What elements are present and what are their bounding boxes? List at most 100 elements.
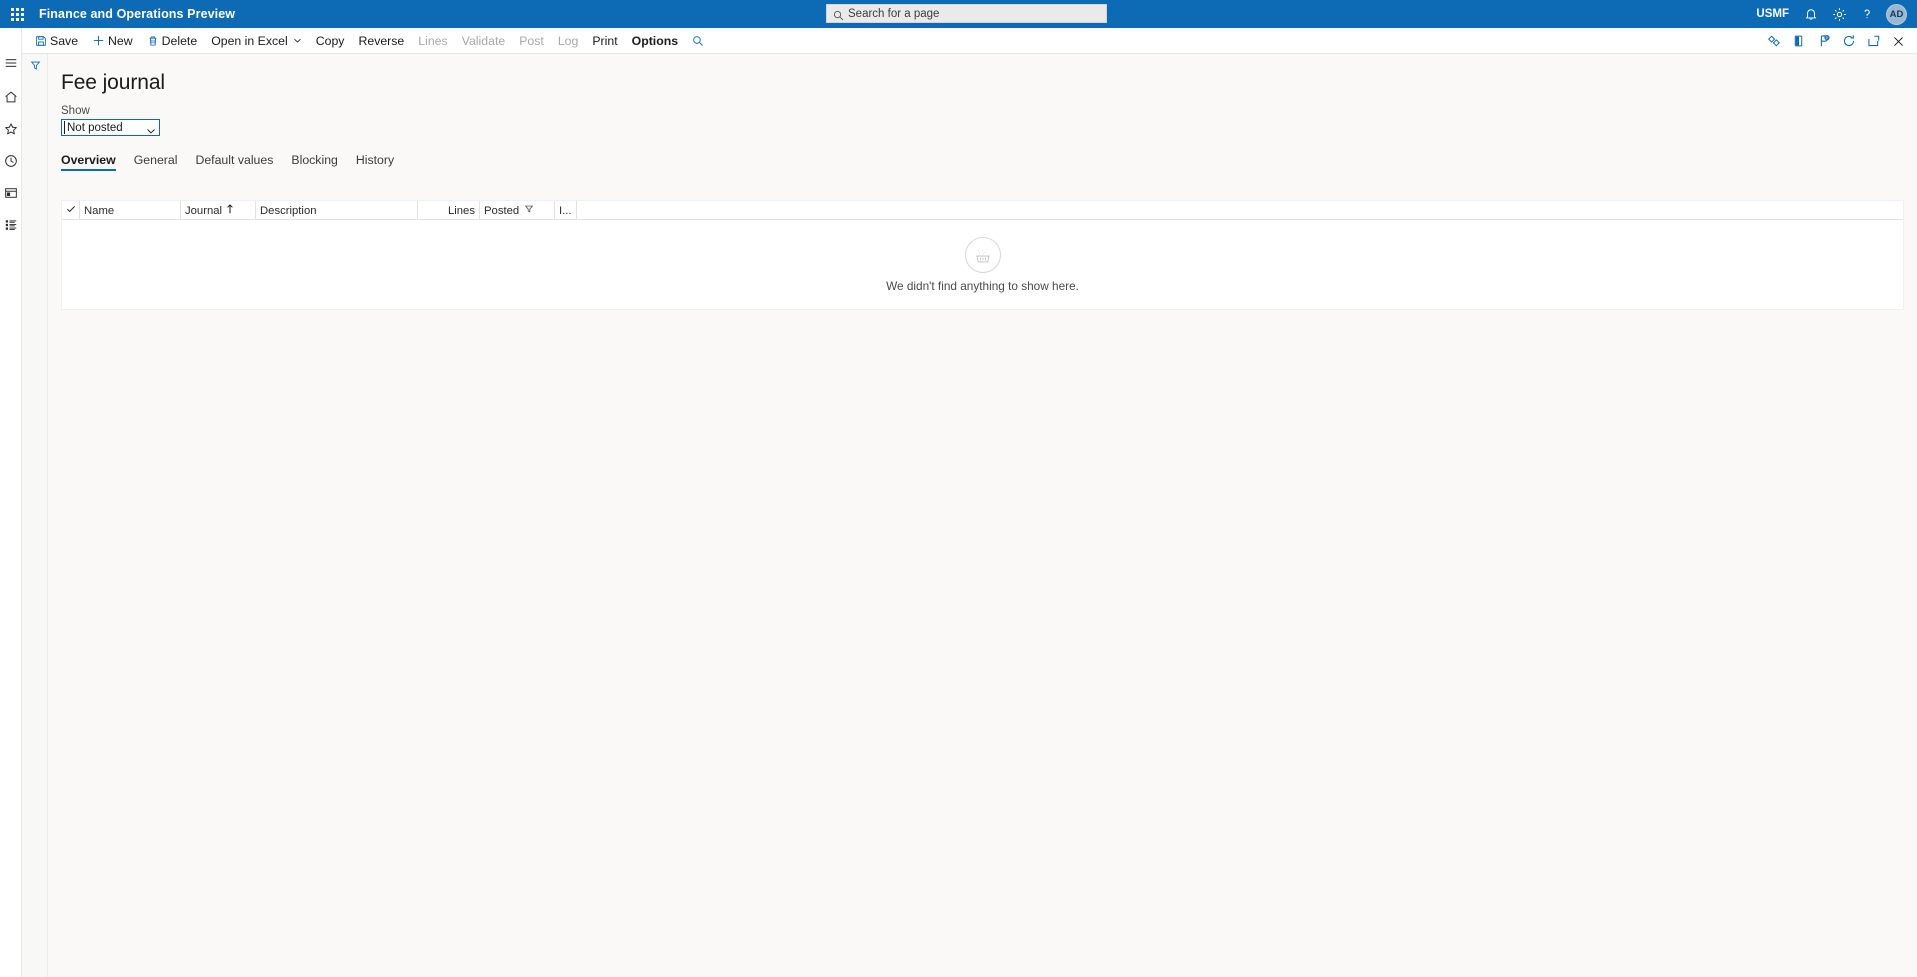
column-header-name[interactable]: Name bbox=[80, 201, 181, 220]
office-app-icon[interactable] bbox=[1786, 28, 1811, 54]
save-button-label: Save bbox=[50, 33, 79, 48]
chevron-down-icon bbox=[146, 123, 156, 141]
log-button: Log bbox=[551, 28, 586, 54]
lines-button: Lines bbox=[411, 28, 454, 54]
tab-history-label: History bbox=[355, 153, 395, 167]
page-title: Fee journal bbox=[61, 71, 165, 94]
company-selector[interactable]: USMF bbox=[1748, 8, 1797, 20]
column-header-description[interactable]: Description bbox=[256, 201, 418, 220]
search-placeholder: Search for a page bbox=[848, 7, 940, 20]
column-header-lines-label: Lines bbox=[447, 204, 475, 217]
column-header-journal[interactable]: Journal bbox=[181, 201, 256, 220]
search-input[interactable]: Search for a page bbox=[826, 4, 1107, 23]
column-header-select-all[interactable] bbox=[62, 201, 80, 220]
new-button-label: New bbox=[108, 33, 133, 48]
column-header-journal-label: Journal bbox=[185, 204, 223, 217]
print-button-label: Print bbox=[592, 33, 618, 48]
open-in-excel-label: Open in Excel bbox=[211, 33, 288, 48]
avatar[interactable]: AD bbox=[1886, 3, 1907, 25]
tab-strip: Overview General Default values Blocking… bbox=[48, 149, 1917, 171]
power-apps-icon[interactable]: P bbox=[1811, 28, 1836, 54]
svg-text:P: P bbox=[1825, 35, 1828, 40]
sidebar-item-workspaces[interactable] bbox=[0, 184, 22, 206]
lines-button-label: Lines bbox=[418, 33, 448, 48]
search-icon bbox=[833, 8, 844, 21]
checkmark-icon bbox=[66, 204, 76, 217]
sidebar-item-favorites[interactable] bbox=[0, 120, 22, 142]
notifications-button[interactable] bbox=[1797, 0, 1825, 28]
tab-blocking[interactable]: Blocking bbox=[282, 153, 346, 171]
settings-button[interactable] bbox=[1825, 0, 1853, 28]
tab-overview-label: Overview bbox=[61, 153, 116, 167]
text-caret bbox=[64, 121, 65, 134]
empty-basket-icon bbox=[964, 236, 1001, 273]
tab-default-values-label: Default values bbox=[195, 153, 274, 167]
reverse-button[interactable]: Reverse bbox=[351, 28, 411, 54]
options-button[interactable]: Options bbox=[625, 28, 685, 54]
tab-history[interactable]: History bbox=[347, 153, 403, 171]
reverse-button-label: Reverse bbox=[358, 33, 405, 48]
show-select-value: Not posted bbox=[67, 121, 123, 134]
sidebar-item-modules[interactable] bbox=[0, 216, 22, 238]
column-header-i-truncated-label: I... bbox=[559, 204, 572, 217]
action-search-button[interactable] bbox=[685, 28, 711, 54]
help-button[interactable] bbox=[1853, 0, 1881, 28]
close-icon[interactable] bbox=[1886, 28, 1911, 54]
hamburger-icon bbox=[4, 56, 18, 75]
action-pane-buttons: Save New Delete Open in Excel Copy Rever… bbox=[0, 28, 711, 54]
global-search[interactable]: Search for a page bbox=[826, 4, 1107, 23]
tab-general[interactable]: General bbox=[125, 153, 187, 171]
filter-funnel-icon bbox=[524, 204, 534, 217]
options-button-label: Options bbox=[631, 33, 679, 48]
show-label: Show bbox=[61, 105, 90, 117]
new-button[interactable]: New bbox=[85, 28, 140, 54]
column-header-posted-label: Posted bbox=[484, 204, 520, 217]
search-icon bbox=[692, 35, 704, 47]
journal-grid: Name Journal Description Lines Posted I.… bbox=[61, 200, 1904, 310]
tab-blocking-label: Blocking bbox=[291, 153, 338, 167]
personalize-diamond-icon[interactable] bbox=[1761, 28, 1786, 54]
post-button-label: Post bbox=[519, 33, 544, 48]
sidebar-item-recent[interactable] bbox=[0, 152, 22, 174]
save-button[interactable]: Save bbox=[28, 28, 85, 54]
show-select[interactable]: Not posted bbox=[61, 119, 160, 136]
refresh-icon[interactable] bbox=[1836, 28, 1861, 54]
tab-default-values[interactable]: Default values bbox=[186, 153, 282, 171]
action-pane-right-icons: P bbox=[1761, 28, 1911, 54]
workspace-icon bbox=[4, 186, 18, 205]
gear-icon bbox=[1832, 7, 1847, 22]
print-button[interactable]: Print bbox=[585, 28, 624, 54]
star-icon bbox=[4, 122, 18, 141]
popout-window-icon[interactable] bbox=[1861, 28, 1886, 54]
action-pane: Save New Delete Open in Excel Copy Rever… bbox=[0, 28, 1917, 54]
filter-funnel-icon bbox=[30, 58, 41, 76]
open-in-excel-button[interactable]: Open in Excel bbox=[204, 28, 309, 54]
validate-button: Validate bbox=[455, 28, 513, 54]
column-header-i-truncated[interactable]: I... bbox=[555, 201, 577, 220]
log-button-label: Log bbox=[557, 33, 579, 48]
tab-overview[interactable]: Overview bbox=[61, 153, 125, 171]
column-header-lines[interactable]: Lines bbox=[418, 201, 480, 220]
column-header-name-label: Name bbox=[84, 204, 115, 217]
delete-button[interactable]: Delete bbox=[140, 28, 205, 54]
home-icon bbox=[4, 90, 18, 109]
filter-pane-rail bbox=[22, 54, 48, 977]
plus-icon bbox=[92, 34, 105, 47]
column-header-posted[interactable]: Posted bbox=[480, 201, 555, 220]
tab-general-label: General bbox=[133, 153, 178, 167]
question-mark-icon bbox=[1860, 7, 1874, 21]
waffle-menu-button[interactable] bbox=[0, 0, 34, 28]
sidebar-item-expand-navigation[interactable] bbox=[0, 54, 22, 76]
validate-button-label: Validate bbox=[461, 33, 506, 48]
column-header-description-label: Description bbox=[260, 204, 317, 217]
copy-button-label: Copy bbox=[315, 33, 345, 48]
copy-button[interactable]: Copy bbox=[309, 28, 352, 54]
app-header: Finance and Operations Preview Search fo… bbox=[0, 0, 1917, 28]
header-right-cluster: USMF AD bbox=[1748, 0, 1917, 28]
save-disk-icon bbox=[35, 35, 47, 47]
sidebar-item-dashboard-home[interactable] bbox=[0, 88, 22, 110]
clock-icon bbox=[4, 154, 18, 173]
grid-empty-state: We didn't find anything to show here. bbox=[62, 220, 1903, 309]
post-button: Post bbox=[512, 28, 551, 54]
filter-pane-toggle[interactable] bbox=[22, 54, 48, 80]
